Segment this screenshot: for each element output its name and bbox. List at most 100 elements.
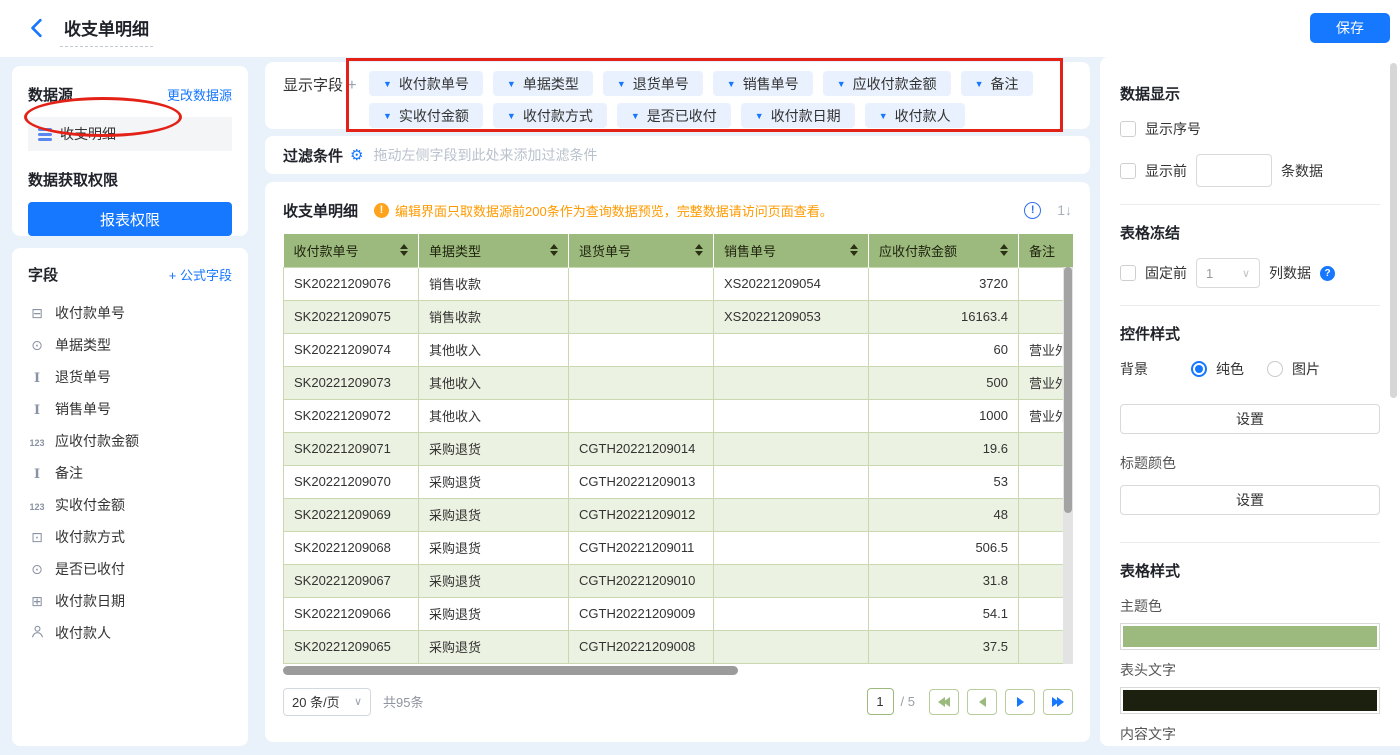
show-index-checkbox[interactable] <box>1120 121 1136 137</box>
next-page-button[interactable] <box>1005 689 1035 715</box>
field-item-label: 销售单号 <box>55 399 111 419</box>
gear-icon[interactable]: ⚙ <box>350 146 363 164</box>
field-item-label: 实收付金额 <box>55 495 125 515</box>
field-item[interactable]: ⊙是否已收付 <box>28 553 232 585</box>
table-cell: 31.8 <box>869 564 1019 597</box>
table-cell: SK20221209074 <box>284 333 419 366</box>
chevron-down-icon: ▼ <box>383 79 392 89</box>
field-item[interactable]: 123实收付金额 <box>28 489 232 521</box>
table-cell <box>714 366 869 399</box>
display-field-chip[interactable]: ▼实收付金额 <box>369 103 483 128</box>
datasource-item[interactable]: 收支明细 <box>28 117 232 151</box>
field-item[interactable]: 123应收付款金额 <box>28 425 232 457</box>
last-page-button[interactable] <box>1043 689 1073 715</box>
row-limit-input[interactable] <box>1196 154 1272 187</box>
show-first-checkbox[interactable] <box>1120 163 1136 179</box>
display-fields-card: 显示字段 + ▼收付款单号▼单据类型▼退货单号▼销售单号▼应收付款金额▼备注▼实… <box>265 62 1090 129</box>
save-button[interactable]: 保存 <box>1310 13 1390 43</box>
column-header[interactable]: 收付款单号 <box>284 234 419 267</box>
sort-icon[interactable] <box>850 244 858 256</box>
header-text-color-swatch[interactable] <box>1120 687 1380 714</box>
field-item[interactable]: ⊞收付款日期 <box>28 585 232 617</box>
chevron-down-icon: ▼ <box>507 79 516 89</box>
table-cell: 采购退货 <box>419 465 569 498</box>
add-formula-field-link[interactable]: + 公式字段 <box>169 265 232 284</box>
background-set-button[interactable]: 设置 <box>1120 404 1380 434</box>
chip-label: 是否已收付 <box>647 106 717 126</box>
display-field-chip[interactable]: ▼备注 <box>961 71 1033 96</box>
field-item[interactable]: 收付款人 <box>28 617 232 649</box>
display-field-chip[interactable]: ▼应收付款金额 <box>823 71 951 96</box>
page-number-input[interactable]: 1 <box>867 688 894 715</box>
title-color-set-button[interactable]: 设置 <box>1120 485 1380 515</box>
add-display-field-button[interactable]: + <box>347 77 356 94</box>
report-permission-button[interactable]: 报表权限 <box>28 202 232 236</box>
chevron-down-icon: ▼ <box>507 111 516 121</box>
chevron-down-icon: ▼ <box>631 111 640 121</box>
header-text-label: 表头文字 <box>1120 660 1380 680</box>
display-field-chip[interactable]: ▼ 是否已收付 <box>617 103 731 128</box>
sort-icon[interactable] <box>1000 244 1008 256</box>
field-item[interactable]: I销售单号 <box>28 393 232 425</box>
prev-page-button[interactable] <box>967 689 997 715</box>
field-item[interactable]: I 退货单号 <box>28 361 232 393</box>
first-page-button[interactable] <box>929 689 959 715</box>
freeze-count-select[interactable]: 1 ∨ <box>1196 258 1260 288</box>
display-field-chip[interactable]: ▼退货单号 <box>603 71 703 96</box>
column-header[interactable]: 销售单号 <box>714 234 869 267</box>
data-display-heading: 数据显示 <box>1120 83 1380 104</box>
table-cell <box>714 564 869 597</box>
display-field-chip[interactable]: ▼单据类型 <box>493 71 593 96</box>
field-item-label: 退货单号 <box>55 367 111 387</box>
chip-label: 应收付款金额 <box>853 74 937 94</box>
table-row: SK20221209065采购退货CGTH2022120900837.5 <box>284 630 1074 663</box>
vertical-scrollbar[interactable] <box>1063 267 1073 664</box>
table-row: SK20221209069采购退货CGTH2022120901248 <box>284 498 1074 531</box>
text-field-icon: I <box>28 369 46 386</box>
display-field-chip[interactable]: ▼收付款方式 <box>493 103 607 128</box>
sort-order-icon[interactable]: 1↓ <box>1057 202 1072 218</box>
sort-icon[interactable] <box>550 244 558 256</box>
table-cell: 48 <box>869 498 1019 531</box>
field-item-label: 收付款方式 <box>55 527 125 547</box>
field-item[interactable]: I备注 <box>28 457 232 489</box>
info-icon[interactable]: ! <box>1024 202 1041 219</box>
display-field-chip[interactable]: ▼收付款日期 <box>741 103 855 128</box>
freeze-checkbox[interactable] <box>1120 265 1136 281</box>
table-cell: SK20221209066 <box>284 597 419 630</box>
freeze-heading: 表格冻结 <box>1120 222 1380 243</box>
field-item[interactable]: ⊙单据类型 <box>28 329 232 361</box>
field-item[interactable]: ⊟收付款单号 <box>28 297 232 329</box>
table-cell: SK20221209070 <box>284 465 419 498</box>
number-field-icon: 123 <box>28 433 46 449</box>
field-item[interactable]: ⊡收付款方式 <box>28 521 232 553</box>
column-header[interactable]: 退货单号 <box>569 234 714 267</box>
table-cell: 16163.4 <box>869 300 1019 333</box>
table-cell: 采购退货 <box>419 597 569 630</box>
column-header[interactable]: 应收付款金额 <box>869 234 1019 267</box>
table-cell <box>569 399 714 432</box>
fields-heading: 字段 <box>28 264 58 285</box>
image-radio[interactable] <box>1267 361 1283 377</box>
panel-scrollbar[interactable] <box>1390 63 1397 398</box>
display-field-chip[interactable]: ▼收付款单号 <box>369 71 483 96</box>
fields-card: 字段 + 公式字段 ⊟收付款单号⊙单据类型 I 退货单号 I销售单号123应收付款金额… <box>12 248 248 746</box>
column-header[interactable]: 备注 <box>1019 234 1074 267</box>
horizontal-scrollbar[interactable] <box>283 666 1073 676</box>
table-cell <box>714 432 869 465</box>
table-cell: CGTH20221209014 <box>569 432 714 465</box>
chip-label: 收付款日期 <box>771 106 841 126</box>
help-icon[interactable]: ? <box>1320 266 1335 281</box>
sort-icon[interactable] <box>695 244 703 256</box>
solid-color-radio[interactable] <box>1191 361 1207 377</box>
display-field-chip[interactable]: ▼收付款人 <box>865 103 965 128</box>
field-item-label: 收付款单号 <box>55 303 125 323</box>
display-field-chip[interactable]: ▼销售单号 <box>713 71 813 96</box>
column-header[interactable]: 单据类型 <box>419 234 569 267</box>
table-cell: 1000 <box>869 399 1019 432</box>
change-datasource-link[interactable]: 更改数据源 <box>167 85 232 104</box>
sort-icon[interactable] <box>400 244 408 256</box>
back-icon[interactable] <box>28 18 46 38</box>
theme-color-swatch[interactable] <box>1120 623 1380 650</box>
page-size-select[interactable]: 20 条/页 ∨ <box>283 688 371 716</box>
